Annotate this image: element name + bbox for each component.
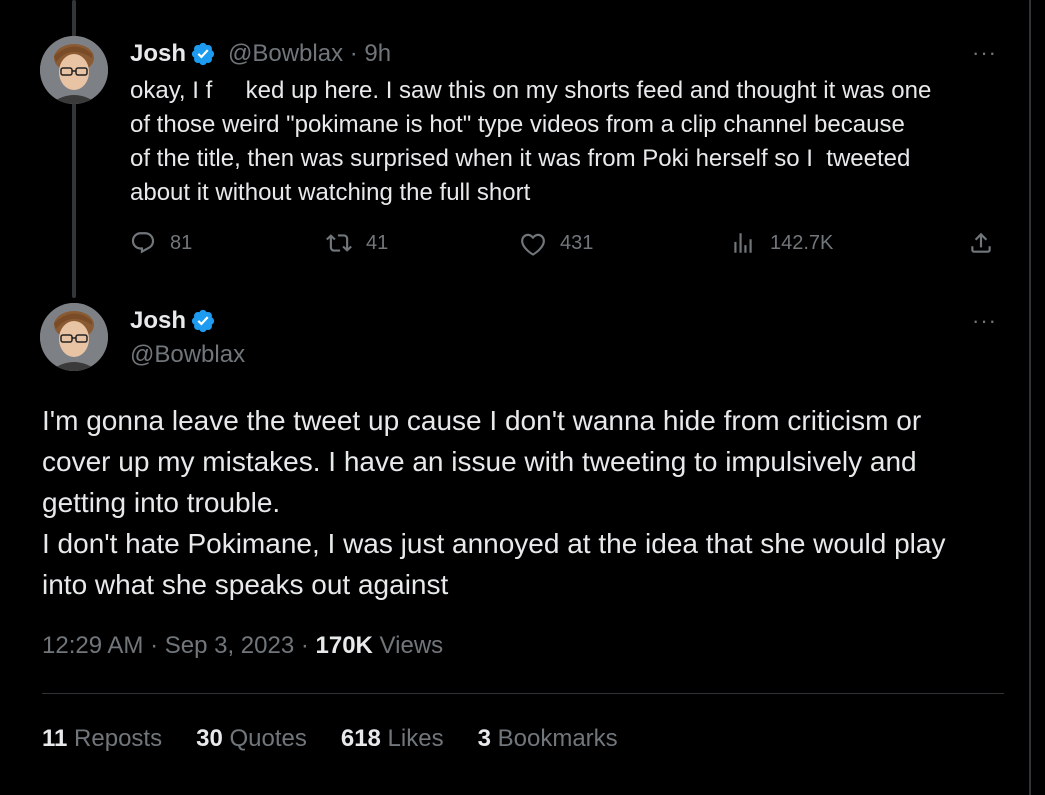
reposts-stat-count: 11 <box>42 725 68 752</box>
tweet1-body: okay, I f ked up here. I saw this on my … <box>130 74 1010 210</box>
tweet2-line: into what she speaks out against <box>42 569 449 600</box>
reply-icon <box>131 232 155 254</box>
avatar[interactable] <box>40 303 108 371</box>
tweet1-line: of those weird "pokimane is hot" type vi… <box>130 111 905 138</box>
avatar[interactable] <box>40 36 108 104</box>
reply-count: 81 <box>170 231 193 254</box>
views-icon <box>734 233 752 253</box>
bookmarks-stat[interactable]: 3 Bookmarks <box>478 725 618 753</box>
reposts-stat[interactable]: 11 Reposts <box>42 725 162 753</box>
likes-stat-label: Likes <box>380 725 444 752</box>
frame-border <box>1029 0 1031 795</box>
tweet2-line: I don't hate Pokimane, I was just annoye… <box>42 528 946 559</box>
like-count: 431 <box>560 231 594 254</box>
likes-stat[interactable]: 618 Likes <box>341 725 444 753</box>
quotes-stat-label: Quotes <box>222 725 307 752</box>
views-count: 142.7K <box>770 231 834 254</box>
bookmarks-stat-count: 3 <box>477 725 491 752</box>
tweet2-line: cover up my mistakes. I have an issue wi… <box>42 446 917 477</box>
tweet1-line: okay, I f ked up here. I saw this on my … <box>130 77 932 104</box>
tweet1-actions: 81 41 431 142.7K <box>130 230 1000 266</box>
repost-button[interactable]: 41 <box>326 230 388 256</box>
tweet2-line: I'm gonna leave the tweet up cause I don… <box>42 405 922 436</box>
engagement-stats: 11 Reposts 30 Quotes 618 Likes 3 Bookmar… <box>42 725 618 753</box>
tweet2-display-name[interactable]: Josh <box>130 307 186 335</box>
verified-badge-icon[interactable] <box>190 308 216 334</box>
divider <box>42 693 1004 694</box>
views-label: Views <box>372 632 444 659</box>
tweet1-line: about it without watching the full short <box>130 179 531 206</box>
like-button[interactable]: 431 <box>520 230 593 256</box>
likes-stat-count: 618 <box>340 725 381 752</box>
tweet2-meta: 12:29 AM · Sep 3, 2023 · 170K Views <box>42 632 443 660</box>
share-icon <box>971 232 991 253</box>
reposts-stat-label: Reposts <box>67 725 163 752</box>
quotes-stat[interactable]: 30 Quotes <box>196 725 307 753</box>
more-icon[interactable]: ··· <box>972 40 997 66</box>
share-button[interactable] <box>968 230 994 256</box>
tweet1-line: of the title, then was surprised when it… <box>130 145 911 172</box>
repost-count: 41 <box>366 231 389 254</box>
tweet2-handle[interactable]: @Bowblax <box>130 341 245 369</box>
views-button[interactable]: 142.7K <box>730 230 833 256</box>
timestamp[interactable]: 12:29 AM · Sep 3, 2023 · <box>42 632 316 659</box>
more-icon[interactable]: ··· <box>972 308 997 334</box>
bookmarks-stat-label: Bookmarks <box>490 725 618 752</box>
verified-badge-icon[interactable] <box>190 41 216 67</box>
repost-icon <box>326 234 352 252</box>
tweet2-line: getting into trouble. <box>42 487 281 518</box>
reply-button[interactable]: 81 <box>130 230 192 256</box>
views-total: 170K <box>315 632 373 659</box>
tweet1-display-name[interactable]: Josh <box>130 40 186 68</box>
quotes-stat-count: 30 <box>196 725 223 752</box>
tweet1-handle-time[interactable]: @Bowblax · 9h <box>228 40 391 68</box>
tweet2-body: I'm gonna leave the tweet up cause I don… <box>42 400 1022 605</box>
like-icon <box>521 233 545 256</box>
